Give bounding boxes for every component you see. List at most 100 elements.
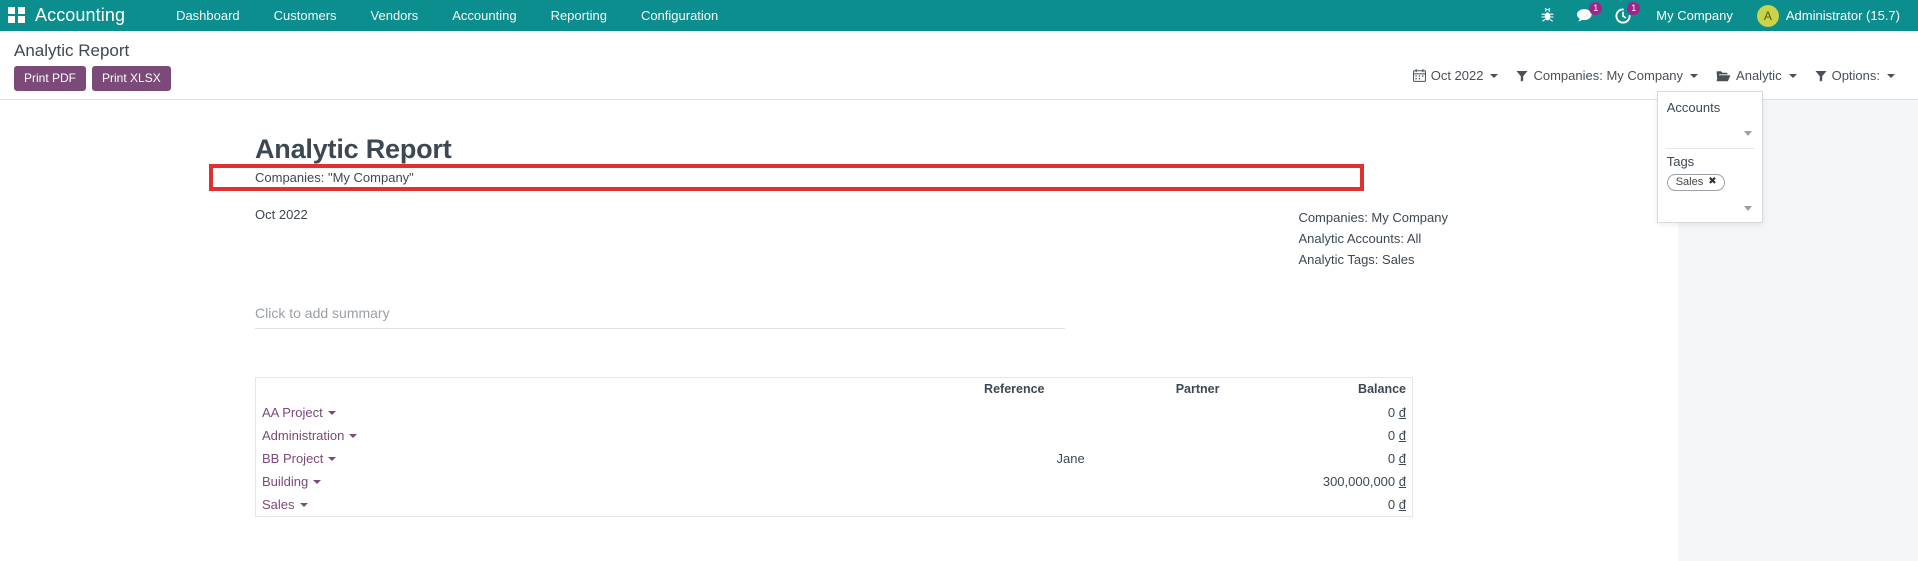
- currency-symbol: đ: [1398, 428, 1406, 443]
- close-icon[interactable]: ✖: [1708, 177, 1716, 187]
- dropdown-divider: [1665, 148, 1754, 149]
- row-name-cell[interactable]: Building: [256, 470, 811, 493]
- menu-item-vendors[interactable]: Vendors: [354, 2, 436, 29]
- row-reference-cell: [811, 493, 1051, 517]
- column-header-partner: Partner: [1175, 382, 1220, 396]
- report-sheet: Analytic Report Companies: "My Company" …: [0, 100, 1678, 561]
- accounts-label: Accounts: [1666, 100, 1721, 115]
- analytic-table: Reference Partner Balance AA Project 0 đ: [255, 377, 1413, 517]
- chevron-down-icon[interactable]: [328, 456, 337, 461]
- column-header-balance: Balance: [1358, 382, 1406, 396]
- table-row[interactable]: BB Project Jane 0 đ: [256, 447, 1413, 470]
- date-filter-label: Oct 2022: [1430, 68, 1484, 83]
- report-subtitle: Companies: "My Company": [255, 170, 414, 185]
- menu-item-accounting[interactable]: Accounting: [435, 2, 533, 29]
- menu-item-customers[interactable]: Customers: [257, 2, 354, 29]
- messages-icon[interactable]: 1: [1565, 2, 1604, 27]
- row-name-cell[interactable]: Sales: [256, 493, 811, 517]
- balance-value: 0: [1387, 405, 1396, 420]
- table-row[interactable]: AA Project 0 đ: [256, 401, 1413, 424]
- menu-item-configuration[interactable]: Configuration: [624, 2, 735, 29]
- row-balance-cell: 0 đ: [1226, 401, 1413, 424]
- navbar-right-group: 1 1 My Company A Administrator (15.7): [1530, 1, 1904, 29]
- row-partner-cell: Jane: [1056, 451, 1085, 466]
- tags-select[interactable]: [1666, 194, 1754, 220]
- column-header-reference: Reference: [984, 382, 1045, 396]
- menu-item-reporting[interactable]: Reporting: [534, 2, 624, 29]
- user-menu[interactable]: A Administrator (15.7): [1747, 3, 1904, 29]
- chevron-down-icon[interactable]: [313, 479, 322, 484]
- activities-badge: 1: [1627, 1, 1641, 15]
- chevron-down-icon: [1490, 73, 1499, 78]
- analytic-filter-button[interactable]: Analytic: [1707, 64, 1806, 87]
- row-name-cell[interactable]: Administration: [256, 424, 811, 447]
- row-balance-cell: 0 đ: [1226, 424, 1413, 447]
- report-period: Oct 2022: [255, 207, 308, 222]
- summary-input[interactable]: Click to add summary: [255, 305, 1065, 329]
- accounts-select[interactable]: [1666, 119, 1754, 145]
- filter-bar: Oct 2022 Companies: My Company Analytic …: [1404, 64, 1904, 223]
- user-name-label: Administrator (15.7): [1785, 8, 1900, 23]
- activities-clock-icon[interactable]: 1: [1604, 1, 1642, 28]
- table-header-row: Reference Partner Balance: [256, 378, 1413, 402]
- row-balance-cell: 300,000,000 đ: [1226, 470, 1413, 493]
- row-name-cell[interactable]: BB Project: [256, 447, 811, 470]
- brand-title[interactable]: Accounting: [35, 5, 125, 26]
- chevron-down-icon: [1788, 73, 1797, 78]
- row-partner-cell: [1051, 470, 1226, 493]
- filter-icon: [1516, 70, 1528, 82]
- meta-accounts: Analytic Accounts: All: [1298, 231, 1422, 246]
- row-name-cell[interactable]: AA Project: [256, 401, 811, 424]
- messages-badge: 1: [1589, 2, 1603, 15]
- row-balance-cell: 0 đ: [1226, 493, 1413, 517]
- currency-symbol: đ: [1398, 405, 1406, 420]
- row-partner-cell: [1051, 424, 1226, 447]
- chevron-down-icon: [1690, 73, 1699, 78]
- row-name-link[interactable]: AA Project: [262, 405, 323, 420]
- options-filter-label: Options:: [1831, 68, 1880, 83]
- table-row[interactable]: Building 300,000,000 đ: [256, 470, 1413, 493]
- row-reference-cell: [811, 424, 1051, 447]
- row-name-link[interactable]: Sales: [262, 497, 295, 512]
- folder-open-icon: [1716, 70, 1731, 82]
- row-reference-cell: [811, 401, 1051, 424]
- table-row[interactable]: Administration 0 đ: [256, 424, 1413, 447]
- chevron-down-icon[interactable]: [299, 502, 308, 507]
- bug-icon[interactable]: [1530, 4, 1565, 27]
- chevron-down-icon[interactable]: [327, 410, 336, 415]
- companies-filter-label: Companies: My Company: [1533, 68, 1684, 83]
- row-partner-cell: [1051, 401, 1226, 424]
- action-buttons: Print PDF Print XLSX: [14, 64, 171, 91]
- table-row[interactable]: Sales 0 đ: [256, 493, 1413, 517]
- balance-value: 0: [1387, 428, 1396, 443]
- analytic-filter-label: Analytic: [1736, 68, 1782, 83]
- company-switcher[interactable]: My Company: [1642, 4, 1747, 27]
- date-filter-button[interactable]: Oct 2022: [1404, 64, 1508, 87]
- print-pdf-button[interactable]: Print PDF: [14, 66, 87, 91]
- apps-grid-icon[interactable]: [8, 6, 26, 25]
- chevron-down-icon: [1743, 131, 1752, 136]
- options-filter-button[interactable]: Options:: [1806, 64, 1904, 87]
- control-panel: Analytic Report Print PDF Print XLSX Oct…: [0, 31, 1918, 223]
- menu-item-dashboard[interactable]: Dashboard: [159, 2, 257, 29]
- row-name-link[interactable]: Administration: [262, 428, 344, 443]
- row-name-link[interactable]: Building: [262, 474, 308, 489]
- avatar: A: [1756, 4, 1779, 27]
- tag-chip-sales[interactable]: Sales ✖: [1666, 174, 1725, 191]
- report-filter-summary: Companies: My Company Analytic Accounts:…: [1298, 207, 1618, 270]
- tag-chip-label: Sales: [1675, 176, 1704, 188]
- balance-value: 300,000,000: [1322, 474, 1396, 489]
- page-title: Analytic Report: [255, 134, 452, 164]
- balance-value: 0: [1387, 451, 1396, 466]
- row-reference-cell: [811, 447, 1051, 470]
- column-header-name: [256, 378, 811, 402]
- tags-label: Tags: [1666, 154, 1695, 169]
- companies-filter-button[interactable]: Companies: My Company: [1507, 64, 1707, 87]
- top-navbar: Accounting Dashboard Customers Vendors A…: [0, 0, 1918, 31]
- print-xlsx-button[interactable]: Print XLSX: [92, 66, 171, 91]
- meta-companies: Companies: My Company: [1298, 210, 1448, 225]
- row-name-link[interactable]: BB Project: [262, 451, 323, 466]
- row-partner-cell: [1051, 493, 1226, 517]
- chevron-down-icon[interactable]: [349, 433, 358, 438]
- report-scroll-area[interactable]: Analytic Report Companies: "My Company" …: [0, 100, 1918, 561]
